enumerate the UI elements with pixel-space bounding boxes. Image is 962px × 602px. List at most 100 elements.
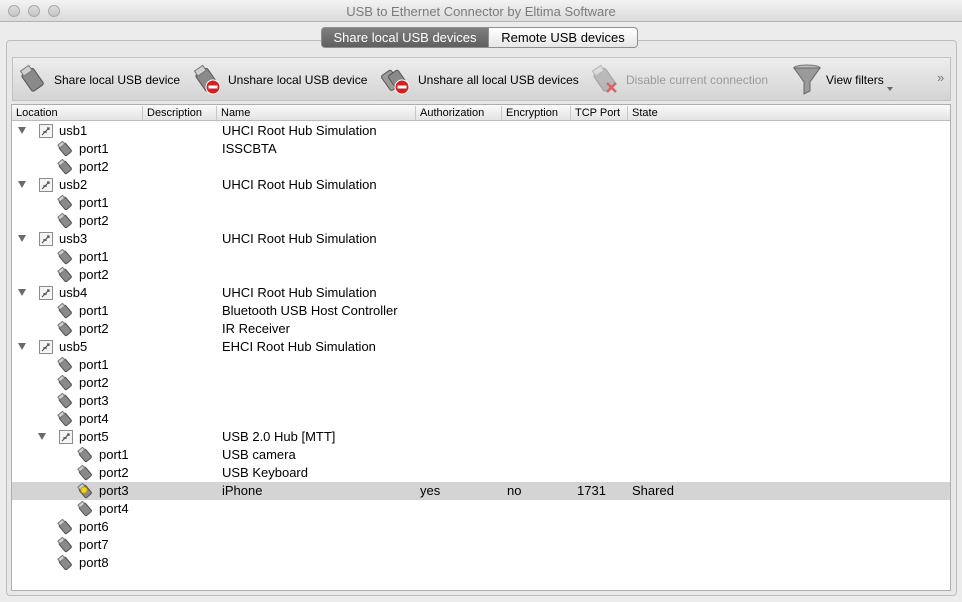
row-name: Bluetooth USB Host Controller — [222, 303, 398, 318]
table-row[interactable]: port2 USB Keyboard — [12, 464, 950, 482]
unshare-all-button[interactable]: Unshare all local USB devices — [379, 58, 579, 102]
disable-connection-icon — [591, 64, 617, 93]
column-tcp-port[interactable]: TCP Port — [571, 106, 628, 120]
unshare-all-icon — [380, 69, 410, 95]
table-row[interactable]: port2 — [12, 212, 950, 230]
row-location: port8 — [79, 555, 109, 570]
column-location[interactable]: Location — [12, 106, 143, 120]
tab-share-local[interactable]: Share local USB devices — [321, 27, 489, 48]
table-row[interactable]: usb3 UHCI Root Hub Simulation — [12, 230, 950, 248]
expand-triangle-icon[interactable] — [18, 343, 26, 350]
row-location: usb1 — [59, 123, 88, 138]
row-name: IR Receiver — [222, 321, 290, 336]
table-row[interactable]: port2 — [12, 374, 950, 392]
row-location: port1 — [79, 357, 109, 372]
row-name: USB camera — [222, 447, 296, 462]
column-description[interactable]: Description — [143, 106, 217, 120]
row-name: iPhone — [222, 483, 263, 498]
row-location: port3 — [79, 393, 109, 408]
share-local-device-label: Share local USB device — [54, 73, 181, 87]
table-row[interactable]: port1 — [12, 356, 950, 374]
tab-remote[interactable]: Remote USB devices — [489, 27, 638, 48]
row-authorization: yes — [420, 483, 441, 498]
usb-plug-icon — [19, 64, 44, 92]
view-filters-label: View filters — [826, 73, 884, 87]
table-row[interactable]: port7 — [12, 536, 950, 554]
unshare-local-device-label: Unshare local USB device — [228, 73, 368, 87]
table-row[interactable]: port4 — [12, 500, 950, 518]
filters-dropdown-arrow-icon[interactable] — [887, 87, 893, 91]
unshare-icon — [193, 64, 221, 95]
row-state: Shared — [632, 483, 674, 498]
row-name: EHCI Root Hub Simulation — [222, 339, 376, 354]
disable-connection-button[interactable]: Disable current connection — [589, 58, 768, 102]
column-state[interactable]: State — [628, 106, 950, 120]
expand-triangle-icon[interactable] — [18, 235, 26, 242]
column-name[interactable]: Name — [217, 106, 416, 120]
column-authorization[interactable]: Authorization — [416, 106, 502, 120]
row-location: port2 — [79, 213, 109, 228]
row-name: UHCI Root Hub Simulation — [222, 231, 377, 246]
table-row[interactable]: port1 — [12, 248, 950, 266]
window-title: USB to Ethernet Connector by Eltima Soft… — [346, 4, 616, 19]
row-location: port1 — [79, 141, 109, 156]
row-name: USB 2.0 Hub [MTT] — [222, 429, 336, 444]
row-location: port3 — [99, 483, 129, 498]
table-row[interactable]: port1 USB camera — [12, 446, 950, 464]
row-name: UHCI Root Hub Simulation — [222, 123, 377, 138]
table-row[interactable]: port3 iPhone yes no 1731 Shared — [12, 482, 950, 500]
device-tree-table: Location Description Name Authorization … — [11, 104, 951, 591]
row-location: port2 — [79, 159, 109, 174]
table-row[interactable]: port1 ISSCBTA — [12, 140, 950, 158]
disable-connection-label: Disable current connection — [626, 73, 769, 87]
table-row[interactable]: usb2 UHCI Root Hub Simulation — [12, 176, 950, 194]
row-encryption: no — [507, 483, 522, 498]
row-location: port1 — [79, 195, 109, 210]
row-location: port4 — [79, 411, 109, 426]
row-location: port2 — [79, 375, 109, 390]
title-bar: USB to Ethernet Connector by Eltima Soft… — [0, 0, 962, 22]
row-name: USB Keyboard — [222, 465, 308, 480]
table-row[interactable]: port1 — [12, 194, 950, 212]
toolbar-overflow-icon[interactable]: » — [937, 70, 944, 85]
row-location: usb3 — [59, 231, 88, 246]
table-row[interactable]: port5 USB 2.0 Hub [MTT] — [12, 428, 950, 446]
expand-triangle-icon[interactable] — [18, 127, 26, 134]
row-location: port2 — [99, 465, 129, 480]
table-row[interactable]: usb1 UHCI Root Hub Simulation — [12, 122, 950, 140]
table-row[interactable]: port3 — [12, 392, 950, 410]
expand-triangle-icon[interactable] — [38, 433, 46, 440]
row-location: usb5 — [59, 339, 88, 354]
row-location: port1 — [99, 447, 129, 462]
unshare-all-label: Unshare all local USB devices — [418, 73, 579, 87]
row-name: UHCI Root Hub Simulation — [222, 285, 377, 300]
expand-triangle-icon[interactable] — [18, 181, 26, 188]
usb-plug-icon — [56, 554, 74, 576]
table-row[interactable]: port1 Bluetooth USB Host Controller — [12, 302, 950, 320]
share-local-device-button[interactable]: Share local USB device — [17, 58, 180, 102]
table-row[interactable]: port2 — [12, 266, 950, 284]
row-location: port1 — [79, 303, 109, 318]
table-row[interactable]: port2 — [12, 158, 950, 176]
row-location: usb2 — [59, 177, 88, 192]
funnel-icon — [793, 64, 821, 95]
row-location: port2 — [79, 267, 109, 282]
table-header: Location Description Name Authorization … — [12, 105, 950, 121]
row-name: ISSCBTA — [222, 141, 277, 156]
row-location: port7 — [79, 537, 109, 552]
row-location: port5 — [79, 429, 109, 444]
row-location: port6 — [79, 519, 109, 534]
table-row[interactable]: port8 — [12, 554, 950, 572]
table-row[interactable]: usb4 UHCI Root Hub Simulation — [12, 284, 950, 302]
table-row[interactable]: port2 IR Receiver — [12, 320, 950, 338]
unshare-local-device-button[interactable]: Unshare local USB device — [191, 58, 367, 102]
table-row[interactable]: port4 — [12, 410, 950, 428]
row-location: port1 — [79, 249, 109, 264]
table-row[interactable]: usb5 EHCI Root Hub Simulation — [12, 338, 950, 356]
table-row[interactable]: port6 — [12, 518, 950, 536]
column-encryption[interactable]: Encryption — [502, 106, 571, 120]
row-location: usb4 — [59, 285, 88, 300]
view-filters-button[interactable]: View filters — [791, 58, 884, 102]
expand-triangle-icon[interactable] — [18, 289, 26, 296]
toolbar: Share local USB device Unshare local USB… — [12, 57, 951, 101]
